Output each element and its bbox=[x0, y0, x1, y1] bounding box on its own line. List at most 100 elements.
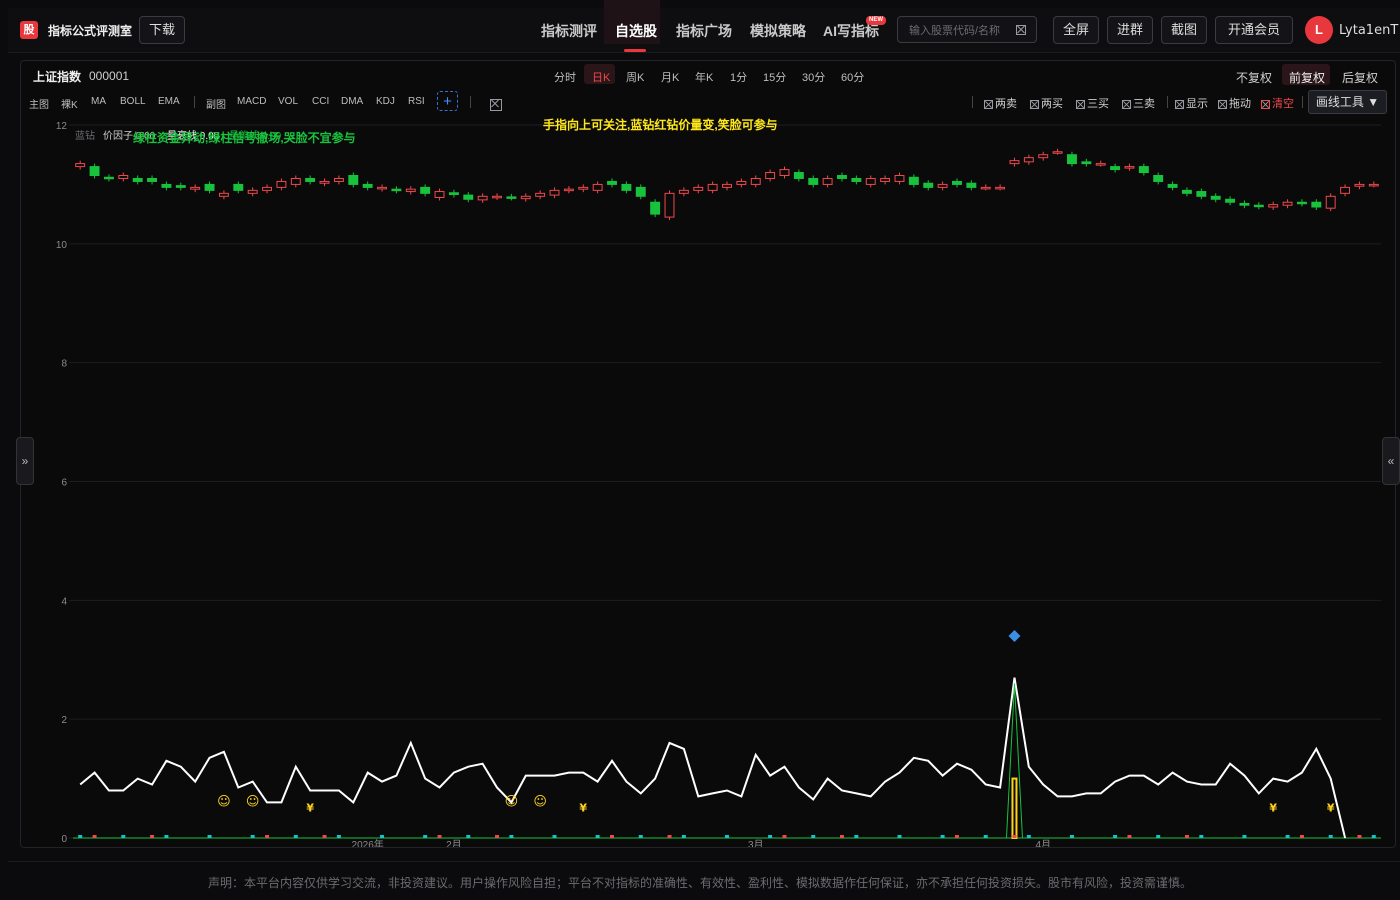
join-group-button[interactable]: 进群 bbox=[1107, 16, 1153, 44]
baseline-volume-tick bbox=[164, 835, 169, 838]
candle bbox=[1282, 201, 1293, 206]
username[interactable]: Lyta1enT bbox=[1339, 23, 1398, 38]
baseline-volume-tick bbox=[78, 835, 83, 838]
baseline-volume-tick bbox=[1371, 835, 1376, 838]
draw-tools-label: 画线工具 bbox=[1315, 95, 1364, 109]
baseline-volume-tick bbox=[423, 835, 428, 838]
candle bbox=[75, 163, 86, 168]
indicator-boll[interactable]: BOLL bbox=[120, 96, 146, 107]
toggle-two-buy-label: 两买 bbox=[1041, 98, 1063, 110]
footer-divider bbox=[8, 861, 1400, 862]
indicator-rsi[interactable]: RSI bbox=[408, 96, 425, 107]
candle bbox=[290, 177, 301, 185]
candle bbox=[1009, 160, 1020, 165]
close-indicator-icon[interactable] bbox=[490, 98, 502, 111]
candle bbox=[966, 182, 977, 188]
period-tab-15min[interactable]: 15分 bbox=[763, 69, 786, 85]
fullscreen-button[interactable]: 全屏 bbox=[1053, 16, 1099, 44]
candle bbox=[1225, 198, 1236, 203]
period-tab-60min[interactable]: 60分 bbox=[841, 69, 864, 85]
y-tick-label: 10 bbox=[56, 240, 68, 251]
baseline-volume-tick bbox=[839, 835, 844, 838]
nav-item-simulated-strategy[interactable]: 模拟策略 bbox=[750, 21, 806, 41]
checkbox-icon bbox=[1030, 99, 1039, 109]
nav-item-watchlist[interactable]: 自选股 bbox=[615, 21, 657, 41]
baseline-volume-tick bbox=[437, 835, 442, 838]
toggle-three-buy[interactable]: 三买 bbox=[1076, 95, 1109, 111]
nav-item-indicator-square[interactable]: 指标广场 bbox=[676, 21, 732, 41]
period-tab-weekly[interactable]: 周K bbox=[626, 69, 644, 85]
candle bbox=[1124, 166, 1135, 169]
open-membership-button[interactable]: 开通会员 bbox=[1215, 16, 1293, 44]
y-tick-label: 8 bbox=[61, 359, 67, 370]
candle bbox=[1023, 157, 1034, 163]
baseline-volume-tick bbox=[250, 835, 255, 838]
draw-tools-dropdown[interactable]: 画线工具 ▼ bbox=[1308, 90, 1387, 114]
adjust-forward[interactable]: 前复权 bbox=[1289, 69, 1325, 86]
candle bbox=[765, 172, 776, 179]
indicator-dma[interactable]: DMA bbox=[341, 96, 363, 107]
search-clear-icon[interactable] bbox=[1016, 25, 1026, 35]
period-tab-1min[interactable]: 1分 bbox=[730, 69, 747, 85]
indicator-kdj[interactable]: KDJ bbox=[376, 96, 395, 107]
kline-chart[interactable]: 0246810122026年 2月 3月 4月☺ ☺ ☺ ☺¥ ¥ ¥ ¥蓝钻 价因子 0.00 量衰… bbox=[21, 117, 1395, 847]
nav-item-indicator-review[interactable]: 指标测评 bbox=[541, 21, 597, 41]
candle bbox=[1340, 186, 1351, 194]
avatar[interactable]: L bbox=[1305, 16, 1333, 44]
period-tab-30min[interactable]: 30分 bbox=[802, 69, 825, 85]
candle bbox=[405, 188, 416, 193]
candle bbox=[1325, 195, 1336, 209]
indicator-naked-k[interactable]: 裸K bbox=[61, 96, 78, 111]
candle bbox=[362, 183, 373, 188]
screenshot-button[interactable]: 截图 bbox=[1161, 16, 1207, 44]
candle bbox=[664, 192, 675, 218]
toggle-three-buy-label: 三买 bbox=[1087, 98, 1109, 110]
candle bbox=[233, 183, 244, 191]
legend-note-green: 绿柱资金异动,绿柱信号撤场,哭脸不宜参与 bbox=[133, 130, 356, 145]
baseline-volume-tick bbox=[1069, 835, 1074, 838]
candle bbox=[693, 186, 704, 191]
stock-search-input[interactable] bbox=[907, 21, 1017, 40]
top-bar: 股 指标公式评测室 下载 指标测评 自选股 指标广场 模拟策略 AI写指标 NE… bbox=[8, 0, 1400, 53]
toggle-three-sell[interactable]: 三卖 bbox=[1122, 95, 1155, 111]
period-tab-monthly[interactable]: 月K bbox=[661, 69, 679, 85]
candle bbox=[837, 175, 847, 179]
toggle-two-buy[interactable]: 两买 bbox=[1030, 95, 1063, 111]
add-indicator-button[interactable]: + bbox=[437, 91, 458, 111]
period-tab-daily[interactable]: 日K bbox=[592, 69, 610, 85]
divider bbox=[194, 96, 195, 108]
indicator-cci[interactable]: CCI bbox=[312, 96, 329, 107]
divider bbox=[1167, 96, 1168, 108]
clear-button[interactable]: 清空 bbox=[1261, 95, 1294, 111]
adjust-backward[interactable]: 后复权 bbox=[1342, 69, 1378, 86]
period-tab-yearly[interactable]: 年K bbox=[695, 69, 713, 85]
indicator-ema[interactable]: EMA bbox=[158, 96, 180, 107]
baseline-volume-tick bbox=[1328, 835, 1333, 838]
indicator-ma[interactable]: MA bbox=[91, 96, 106, 107]
period-tab-intraday[interactable]: 分时 bbox=[554, 69, 576, 85]
toggle-show[interactable]: 显示 bbox=[1175, 95, 1208, 111]
candle bbox=[808, 177, 819, 185]
adjust-none[interactable]: 不复权 bbox=[1236, 69, 1272, 86]
toggle-drag[interactable]: 拖动 bbox=[1218, 95, 1251, 111]
stock-search[interactable] bbox=[897, 16, 1037, 43]
yuan-icon: ¥ bbox=[579, 801, 587, 814]
baseline-volume-tick bbox=[782, 835, 787, 838]
baseline-volume-tick bbox=[725, 835, 729, 838]
candle bbox=[880, 177, 891, 182]
smiley-icon: ☺ bbox=[246, 794, 260, 809]
download-button[interactable]: 下载 bbox=[139, 16, 185, 44]
baseline-volume-tick bbox=[207, 835, 212, 838]
candle bbox=[305, 177, 316, 182]
x-tick-label: 3月 bbox=[748, 839, 764, 847]
checkbox-icon bbox=[1218, 99, 1227, 109]
toggle-two-sell[interactable]: 两卖 bbox=[984, 95, 1017, 111]
x-tick-label: 4月 bbox=[1035, 839, 1051, 847]
toggle-three-sell-label: 三卖 bbox=[1133, 98, 1155, 110]
candle bbox=[262, 186, 272, 191]
expand-right-panel-button[interactable]: « bbox=[1382, 437, 1400, 485]
app-title: 指标公式评测室 bbox=[48, 24, 133, 38]
indicator-macd[interactable]: MACD bbox=[237, 96, 266, 107]
indicator-vol[interactable]: VOL bbox=[278, 96, 298, 107]
expand-left-panel-button[interactable]: » bbox=[16, 437, 34, 485]
